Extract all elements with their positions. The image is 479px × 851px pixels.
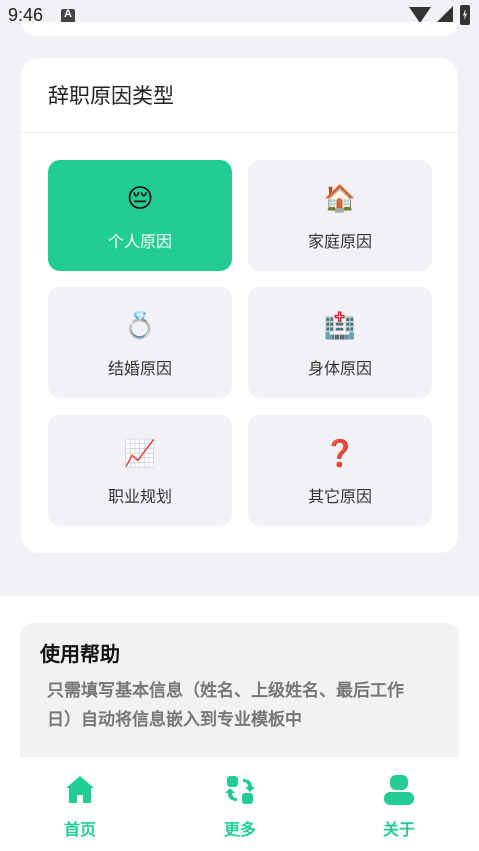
option-other[interactable]: ❓ 其它原因 xyxy=(248,415,432,526)
help-text: 只需填写基本信息（姓名、上级姓名、最后工作日）自动将信息嵌入到专业模板中 xyxy=(47,681,404,730)
house-icon: 🏠 xyxy=(323,184,357,214)
option-personal[interactable]: 😔 个人原因 xyxy=(48,160,232,271)
tab-more[interactable]: 更多 xyxy=(180,757,300,851)
tab-home[interactable]: 首页 xyxy=(20,757,140,851)
divider xyxy=(21,132,458,133)
option-career[interactable]: 📈 职业规划 xyxy=(48,415,232,526)
previous-card-bottom xyxy=(22,22,458,36)
bottom-tab-bar: 首页 更多 关于 xyxy=(0,757,479,851)
tab-label: 更多 xyxy=(223,820,256,839)
help-title: 使用帮助 xyxy=(40,642,120,666)
hospital-icon: 🏥 xyxy=(323,311,357,341)
reason-type-card: 辞职原因类型 😔 个人原因 🏠 家庭原因 💍 结婚原因 🏥 身体原因 📈 职业规… xyxy=(21,58,458,553)
option-marriage[interactable]: 💍 结婚原因 xyxy=(48,287,232,398)
tab-about[interactable]: 关于 xyxy=(339,757,459,851)
ring-icon: 💍 xyxy=(123,311,157,341)
option-label: 职业规划 xyxy=(107,487,172,506)
home-icon xyxy=(66,776,94,803)
option-family[interactable]: 🏠 家庭原因 xyxy=(248,160,432,271)
option-label: 家庭原因 xyxy=(307,232,372,251)
option-label: 个人原因 xyxy=(107,232,172,251)
app-notification-icon xyxy=(61,8,75,23)
tab-label: 关于 xyxy=(382,820,415,839)
pensive-face-icon: 😔 xyxy=(126,184,154,214)
user-icon xyxy=(384,775,414,805)
chart-increasing-icon: 📈 xyxy=(123,439,157,469)
card-title: 辞职原因类型 xyxy=(48,84,174,108)
option-label: 身体原因 xyxy=(307,359,372,378)
wifi-icon xyxy=(409,7,431,23)
swap-icon xyxy=(225,776,255,804)
tab-label: 首页 xyxy=(63,820,96,839)
battery-charging-icon xyxy=(460,5,470,25)
option-label: 其它原因 xyxy=(307,487,372,506)
option-health[interactable]: 🏥 身体原因 xyxy=(248,287,432,398)
option-label: 结婚原因 xyxy=(107,359,172,378)
question-mark-icon: ❓ xyxy=(323,439,357,469)
